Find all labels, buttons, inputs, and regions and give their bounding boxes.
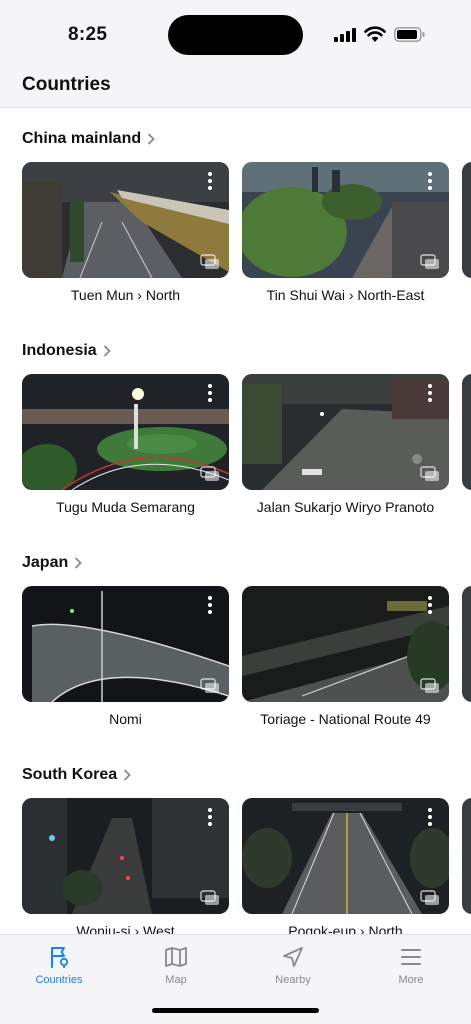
cellular-signal-icon: [334, 28, 358, 42]
chevron-right-icon: [103, 345, 111, 357]
camera-name: Pogok-eup › North: [288, 923, 403, 934]
countries-list[interactable]: China mainland Tuen Mun › North Tin Shui…: [0, 108, 471, 934]
camera-thumbnail[interactable]: [242, 798, 449, 914]
camera-image: [22, 798, 229, 914]
next-camera-card-peek[interactable]: [462, 374, 471, 490]
more-options-icon[interactable]: [425, 808, 435, 830]
camera-image: [22, 162, 229, 278]
tab-more[interactable]: More: [371, 945, 451, 986]
next-camera-card-peek[interactable]: [462, 162, 471, 278]
section-title: China mainland: [22, 130, 142, 147]
more-options-icon[interactable]: [425, 384, 435, 406]
navigation-header: 8:25 Countries: [0, 0, 471, 108]
section-header-indonesia[interactable]: Indonesia: [22, 342, 111, 360]
gallery-stack-icon: [200, 254, 219, 269]
gallery-stack-icon: [200, 466, 219, 481]
camera-image: [242, 586, 449, 702]
camera-thumbnail[interactable]: [242, 374, 449, 490]
camera-card[interactable]: Tuen Mun › North: [22, 162, 229, 303]
chevron-right-icon: [123, 769, 131, 781]
wifi-icon: [364, 26, 386, 42]
camera-image: [242, 374, 449, 490]
gallery-stack-icon: [420, 466, 439, 481]
chevron-right-icon: [147, 133, 155, 145]
camera-image: [242, 162, 449, 278]
next-camera-card-peek[interactable]: [462, 798, 471, 914]
battery-icon: [394, 27, 425, 42]
more-options-icon[interactable]: [205, 172, 215, 194]
camera-name: Tin Shui Wai › North-East: [266, 287, 425, 303]
section-header-china-mainland[interactable]: China mainland: [22, 130, 155, 148]
flag-pin-icon: [51, 947, 69, 968]
gallery-stack-icon: [200, 890, 219, 905]
camera-name: Wonju-si › West: [76, 923, 175, 934]
camera-card[interactable]: Toriage - National Route 49: [242, 586, 449, 727]
camera-name: Jalan Sukarjo Wiryo Pranoto: [256, 499, 435, 515]
section-header-south-korea[interactable]: South Korea: [22, 766, 131, 784]
more-options-icon[interactable]: [205, 596, 215, 618]
tab-label: Nearby: [275, 974, 311, 986]
camera-name: Tuen Mun › North: [70, 287, 181, 303]
dynamic-island: [168, 15, 303, 55]
section-title: Indonesia: [22, 342, 97, 359]
tab-label: More: [398, 974, 424, 986]
camera-thumbnail[interactable]: [242, 162, 449, 278]
camera-image: [22, 374, 229, 490]
camera-card[interactable]: Nomi: [22, 586, 229, 727]
tab-label: Countries: [35, 974, 83, 986]
camera-name: Tugu Muda Semarang: [56, 499, 195, 515]
tab-countries[interactable]: Countries: [19, 945, 99, 986]
camera-card[interactable]: Pogok-eup › North: [242, 798, 449, 934]
gallery-stack-icon: [420, 890, 439, 905]
home-indicator[interactable]: [152, 1008, 319, 1013]
tab-map[interactable]: Map: [136, 945, 216, 986]
more-options-icon[interactable]: [205, 808, 215, 830]
gallery-stack-icon: [200, 678, 219, 693]
section-header-japan[interactable]: Japan: [22, 554, 83, 572]
status-time: 8:25: [68, 24, 108, 45]
gallery-stack-icon: [420, 678, 439, 693]
camera-image: [242, 798, 449, 914]
status-bar: 8:25: [0, 0, 471, 62]
map-icon: [165, 947, 187, 967]
camera-thumbnail[interactable]: [22, 374, 229, 490]
more-options-icon[interactable]: [425, 596, 435, 618]
camera-thumbnail[interactable]: [22, 162, 229, 278]
camera-card[interactable]: Tugu Muda Semarang: [22, 374, 229, 515]
camera-card[interactable]: Jalan Sukarjo Wiryo Pranoto: [242, 374, 449, 515]
camera-card[interactable]: Tin Shui Wai › North-East: [242, 162, 449, 303]
tab-label: Map: [165, 974, 187, 986]
camera-thumbnail[interactable]: [22, 798, 229, 914]
camera-name: Toriage - National Route 49: [260, 711, 431, 727]
page-title: Countries: [22, 74, 111, 95]
more-options-icon[interactable]: [425, 172, 435, 194]
next-camera-card-peek[interactable]: [462, 586, 471, 702]
section-title: Japan: [22, 554, 69, 571]
more-options-icon[interactable]: [205, 384, 215, 406]
camera-image: [22, 586, 229, 702]
location-arrow-icon: [283, 947, 303, 967]
camera-thumbnail[interactable]: [242, 586, 449, 702]
camera-card[interactable]: Wonju-si › West: [22, 798, 229, 934]
tab-nearby[interactable]: Nearby: [253, 945, 333, 986]
section-title: South Korea: [22, 766, 118, 783]
gallery-stack-icon: [420, 254, 439, 269]
menu-lines-icon: [401, 949, 421, 965]
chevron-right-icon: [75, 557, 83, 569]
camera-name: Nomi: [109, 711, 142, 727]
camera-thumbnail[interactable]: [22, 586, 229, 702]
